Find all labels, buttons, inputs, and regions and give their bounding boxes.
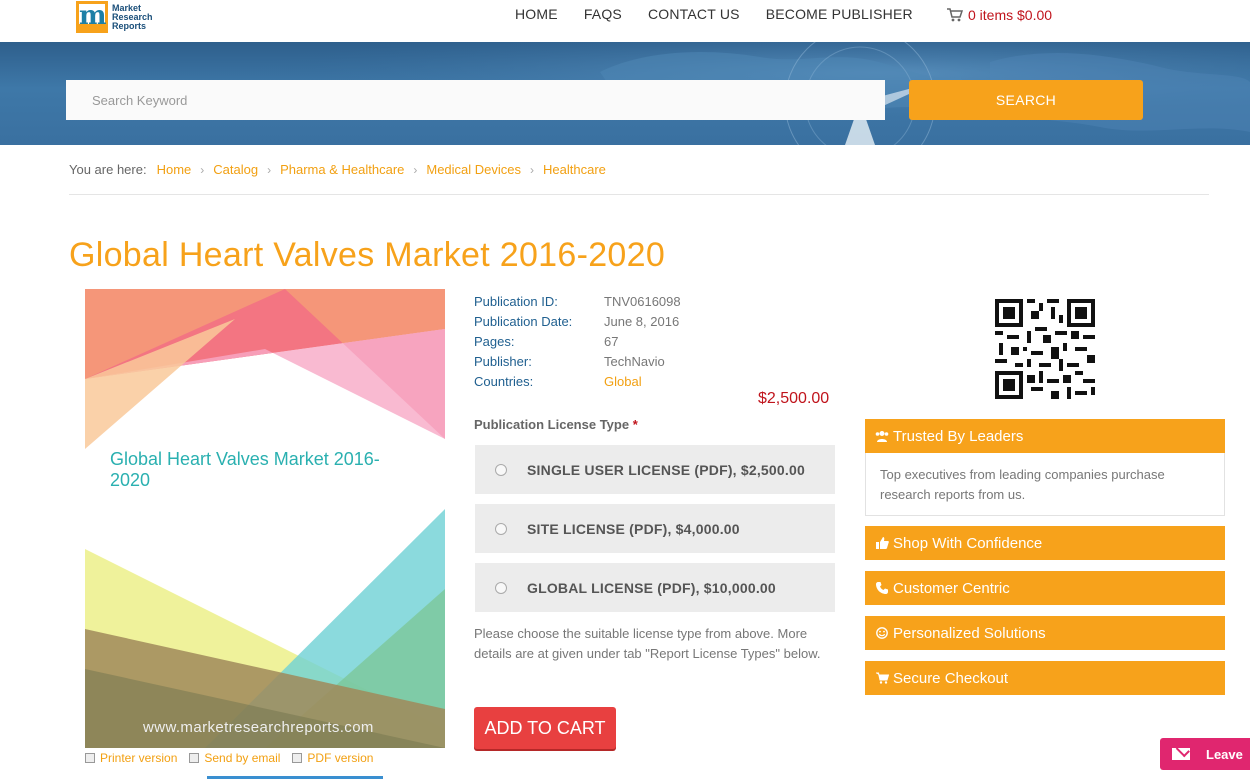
divider	[69, 194, 1209, 195]
phone-icon	[875, 581, 889, 595]
license-option-label: SINGLE USER LICENSE (PDF), $2,500.00	[527, 461, 805, 478]
search-input[interactable]	[66, 80, 885, 120]
pdf-version-label: PDF version	[307, 751, 374, 765]
pdf-icon	[292, 753, 303, 763]
meta-label: Countries:	[474, 373, 534, 389]
meta-label: Publisher:	[474, 353, 532, 369]
feature-label: Personalized Solutions	[893, 624, 1046, 642]
email-icon	[189, 753, 200, 763]
chevron-right-icon: ›	[413, 162, 418, 177]
cart-icon	[875, 671, 889, 685]
feature-label: Customer Centric	[893, 579, 1010, 597]
page-title: Global Heart Valves Market 2016-2020	[69, 236, 666, 274]
nav-contact-us[interactable]: CONTACT US	[648, 6, 740, 22]
publication-date: June 8, 2016	[604, 313, 680, 329]
radio-button[interactable]	[495, 581, 507, 594]
radio-button[interactable]	[495, 463, 507, 476]
trusted-by-leaders-description: Top executives from leading companies pu…	[865, 453, 1225, 516]
report-cover-image[interactable]: Global Heart Valves Market 2016-2020 www…	[85, 289, 445, 748]
meta-row: Publisher: TechNavio	[474, 351, 681, 371]
breadcrumb-lead: You are here:	[69, 162, 147, 177]
logo-text: Market Research Reports	[112, 3, 162, 31]
breadcrumb: You are here: Home › Catalog › Pharma & …	[69, 162, 606, 177]
radio-button[interactable]	[495, 522, 507, 535]
page-count: 67	[604, 333, 619, 349]
meta-label: Publication ID:	[474, 293, 558, 309]
meta-row: Countries: Global	[474, 371, 681, 391]
breadcrumb-pharma-healthcare[interactable]: Pharma & Healthcare	[280, 162, 404, 177]
feature-shop-with-confidence[interactable]: Shop With Confidence	[865, 526, 1225, 560]
chevron-right-icon: ›	[530, 162, 535, 177]
breadcrumb-medical-devices[interactable]: Medical Devices	[426, 162, 521, 177]
printer-version-label: Printer version	[100, 751, 178, 765]
publisher: TechNavio	[604, 353, 665, 369]
meta-row: Pages: 67	[474, 331, 681, 351]
leave-message-widget[interactable]: Leave	[1160, 738, 1250, 770]
site-logo[interactable]: m Market Research Reports	[76, 0, 166, 34]
top-bar: m Market Research Reports HOME FAQS CONT…	[0, 0, 1250, 42]
cover-actions: Printer version Send by email PDF versio…	[85, 751, 385, 765]
feature-label: Shop With Confidence	[893, 534, 1043, 552]
breadcrumb-home[interactable]: Home	[157, 162, 192, 177]
meta-label: Publication Date:	[474, 313, 573, 329]
search-button[interactable]: SEARCH	[909, 80, 1143, 120]
feature-label: Secure Checkout	[893, 669, 1009, 687]
license-option-single-user[interactable]: SINGLE USER LICENSE (PDF), $2,500.00	[475, 445, 835, 494]
add-to-cart-button[interactable]: ADD TO CART	[474, 707, 616, 749]
smile-icon	[875, 626, 889, 640]
cover-url: www.marketresearchreports.com	[143, 719, 374, 736]
license-option-global[interactable]: GLOBAL LICENSE (PDF), $10,000.00	[475, 563, 835, 612]
nav-home[interactable]: HOME	[515, 6, 558, 22]
cover-artwork	[85, 289, 445, 748]
feature-customer-centric[interactable]: Customer Centric	[865, 571, 1225, 605]
license-type-label: Publication License Type *	[474, 417, 638, 432]
license-note: Please choose the suitable license type …	[474, 626, 821, 661]
country-link[interactable]: Global	[604, 374, 642, 389]
leave-label: Leave	[1206, 746, 1243, 762]
meta-label: Pages:	[474, 333, 515, 349]
meta-row: Publication ID: TNV0616098	[474, 291, 681, 311]
qr-code	[995, 299, 1095, 399]
feature-trusted-by-leaders[interactable]: Trusted By Leaders	[865, 419, 1225, 453]
search-banner: SEARCH	[0, 42, 1250, 145]
chevron-right-icon: ›	[267, 162, 272, 177]
cover-title: Global Heart Valves Market 2016-2020	[110, 449, 380, 490]
required-marker: *	[632, 417, 638, 432]
license-option-site[interactable]: SITE LICENSE (PDF), $4,000.00	[475, 504, 835, 553]
chevron-right-icon: ›	[200, 162, 205, 177]
nav-faqs[interactable]: FAQS	[584, 6, 622, 22]
main-nav: HOME FAQS CONTACT US BECOME PUBLISHER	[515, 6, 939, 22]
report-price: $2,500.00	[758, 390, 830, 407]
logo-mark: m	[76, 1, 108, 33]
printer-icon	[85, 753, 95, 763]
license-label-text: Publication License Type	[474, 417, 630, 432]
pdf-version-link[interactable]: PDF version	[292, 751, 373, 765]
publication-id: TNV0616098	[604, 293, 681, 309]
logo-text-line: Reports	[112, 20, 147, 31]
license-option-label: GLOBAL LICENSE (PDF), $10,000.00	[527, 579, 776, 596]
thumbs-up-icon	[875, 536, 889, 550]
cart-text: 0 items $0.00	[968, 7, 1053, 23]
feature-personalized-solutions[interactable]: Personalized Solutions	[865, 616, 1225, 650]
cart-icon	[947, 8, 963, 22]
send-by-email-link[interactable]: Send by email	[189, 751, 280, 765]
feature-secure-checkout[interactable]: Secure Checkout	[865, 661, 1225, 695]
breadcrumb-catalog[interactable]: Catalog	[213, 162, 258, 177]
printer-version-link[interactable]: Printer version	[85, 751, 177, 765]
cart-summary[interactable]: 0 items $0.00	[946, 7, 1052, 23]
users-icon	[875, 429, 889, 443]
envelope-icon	[1172, 748, 1190, 760]
license-option-label: SITE LICENSE (PDF), $4,000.00	[527, 520, 740, 537]
publication-details: Publication ID: TNV0616098 Publication D…	[474, 291, 681, 391]
breadcrumb-healthcare[interactable]: Healthcare	[543, 162, 606, 177]
meta-row: Publication Date: June 8, 2016	[474, 311, 681, 331]
nav-become-publisher[interactable]: BECOME PUBLISHER	[766, 6, 913, 22]
send-by-email-label: Send by email	[204, 751, 281, 765]
feature-label: Trusted By Leaders	[893, 427, 1024, 445]
